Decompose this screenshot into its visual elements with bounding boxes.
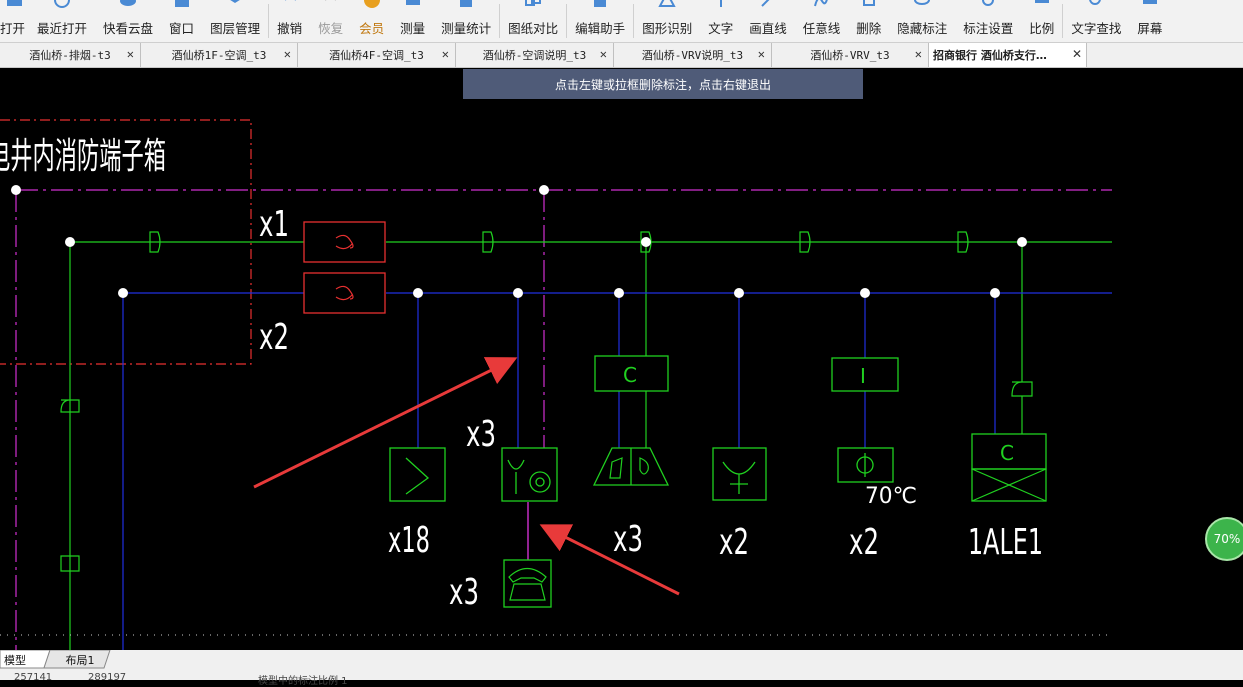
close-icon[interactable]: ✕ (442, 47, 449, 61)
eraser-icon (862, 0, 875, 6)
measure-stats-icon (460, 0, 473, 7)
device-phone-module (501, 447, 558, 502)
device-sounder-strobe (592, 447, 670, 486)
device-control-box-i: I (831, 357, 899, 392)
annotation-settings-icon (982, 0, 995, 6)
tab-exhaust[interactable]: 酒仙桥-排烟-t3 ✕ (0, 43, 141, 67)
annotation-arrow[interactable] (539, 524, 680, 596)
bus-label-x1: x1 (259, 204, 289, 245)
close-icon[interactable]: ✕ (1072, 47, 1082, 61)
redo-icon (324, 0, 336, 1)
scale-icon (1034, 0, 1049, 3)
cabinet-title: 电井内消防端子箱 (0, 136, 166, 177)
svg-text:I: I (860, 364, 866, 388)
status-coord-x: 257141 (14, 672, 53, 683)
recent-open-button[interactable]: 最近打开 (29, 0, 95, 42)
window-icon (174, 0, 189, 7)
measure-button[interactable]: 测量 (392, 0, 433, 42)
tab-layout1[interactable]: 布局1 (62, 651, 98, 669)
count-label-x2-damper: x2 (849, 522, 879, 563)
isolator-x2 (303, 272, 386, 314)
compare-icon (525, 0, 542, 6)
temperature-label: 70℃ (865, 484, 917, 509)
freehand-icon (814, 0, 829, 7)
junction-marker (60, 231, 1033, 572)
cad-drawing: 电井内消防端子箱 x1 x2 x18 x3 x3 C x3 x2 I 70℃ x… (0, 119, 1112, 650)
svg-text:C: C (1000, 441, 1014, 465)
hide-annotation-icon (914, 0, 931, 5)
measure-stats-button[interactable]: 测量统计 (433, 0, 499, 42)
text-button[interactable]: 文字 (700, 0, 741, 42)
annotation-settings-button[interactable]: 标注设置 (955, 0, 1021, 42)
tab-cmb-bank[interactable]: 招商银行 酒仙桥支行… ✕ (929, 43, 1087, 67)
tab-vrv[interactable]: 酒仙桥-VRV_t3 ✕ (772, 43, 929, 67)
text-icon (719, 0, 722, 7)
status-bar: 模型 布局1 257141 289197 模型中的标注比例 1 (0, 650, 1243, 687)
history-icon (54, 0, 71, 8)
tab-ac-notes[interactable]: 酒仙桥-空调说明_t3 ✕ (456, 43, 614, 67)
vip-button[interactable]: 会员 (351, 0, 392, 42)
tab-4f-ac[interactable]: 酒仙桥4F-空调_t3 ✕ (298, 43, 456, 67)
count-label-x3-phone-module: x3 (466, 414, 496, 455)
draw-line-button[interactable]: 画直线 (741, 0, 795, 42)
shape-recognition-button[interactable]: 图形识别 (634, 0, 700, 42)
device-control-box-c: C (594, 355, 669, 392)
count-label-x18: x18 (388, 520, 430, 561)
open-button[interactable]: 打开 (0, 0, 29, 42)
drawing-canvas[interactable]: 电井内消防端子箱 x1 x2 x18 x3 x3 C x3 x2 I 70℃ x… (0, 68, 1243, 650)
document-tabs: 酒仙桥-排烟-t3 ✕ 酒仙桥1F-空调_t3 ✕ 酒仙桥4F-空调_t3 ✕ … (0, 43, 1243, 68)
close-icon[interactable]: ✕ (600, 47, 607, 61)
delete-button[interactable]: 删除 (848, 0, 889, 42)
bus-label-x2: x2 (259, 317, 289, 358)
svg-text:C: C (623, 363, 637, 387)
zoom-percentage-badge[interactable]: 70% (1205, 517, 1243, 561)
vip-icon (363, 0, 380, 8)
cloud-disk-button[interactable]: 快看云盘 (95, 0, 161, 42)
isolator-x1 (303, 221, 386, 263)
layer-manager-button[interactable]: 图层管理 (202, 0, 268, 42)
edit-helper-button[interactable]: 编辑助手 (567, 0, 633, 42)
undo-button[interactable]: 撤销 (269, 0, 310, 42)
measure-icon (405, 0, 420, 5)
screen-icon (1142, 0, 1157, 4)
device-fire-damper (837, 447, 894, 483)
scale-button[interactable]: 比例 (1021, 0, 1062, 42)
compare-drawings-button[interactable]: 图纸对比 (500, 0, 566, 42)
window-button[interactable]: 窗口 (161, 0, 202, 42)
device-label-1ale1: 1ALE1 (968, 522, 1043, 563)
undo-icon (284, 0, 296, 1)
device-telephone (503, 559, 552, 608)
tab-1f-ac[interactable]: 酒仙桥1F-空调_t3 ✕ (141, 43, 298, 67)
device-socket (712, 447, 767, 501)
tab-model[interactable]: 模型 (2, 651, 28, 669)
close-icon[interactable]: ✕ (127, 47, 134, 61)
device-x18 (389, 447, 446, 502)
line-icon (761, 0, 770, 7)
close-icon[interactable]: ✕ (915, 47, 922, 61)
count-label-x3-telephone: x3 (449, 572, 479, 613)
shape-recognition-icon (658, 0, 676, 7)
redo-button[interactable]: 恢复 (310, 0, 351, 42)
status-coord-y: 289197 (88, 672, 127, 683)
text-search-icon (1089, 0, 1102, 5)
text-search-button[interactable]: 文字查找 (1063, 0, 1129, 42)
screen-button[interactable]: 屏幕 (1129, 0, 1170, 42)
tool-hint-banner: 点击左键或拉框删除标注，点击右键退出 (463, 69, 863, 99)
layers-icon (230, 0, 240, 3)
folder-open-icon (6, 0, 22, 6)
hide-annotation-button[interactable]: 隐藏标注 (889, 0, 955, 42)
device-panel-1ale1: C (971, 433, 1047, 502)
close-icon[interactable]: ✕ (758, 47, 765, 61)
main-toolbar: 打开 最近打开 快看云盘 窗口 图层管理 撤销 恢复 会员 测量 测量统计 图纸… (0, 0, 1243, 43)
cloud-icon (120, 0, 137, 6)
close-icon[interactable]: ✕ (284, 47, 291, 61)
tab-vrv-notes[interactable]: 酒仙桥-VRV说明_t3 ✕ (614, 43, 772, 67)
edit-helper-icon (594, 0, 607, 7)
count-label-x2-socket: x2 (719, 522, 749, 563)
freehand-line-button[interactable]: 任意线 (795, 0, 849, 42)
count-label-x3-sounder: x3 (613, 519, 643, 560)
